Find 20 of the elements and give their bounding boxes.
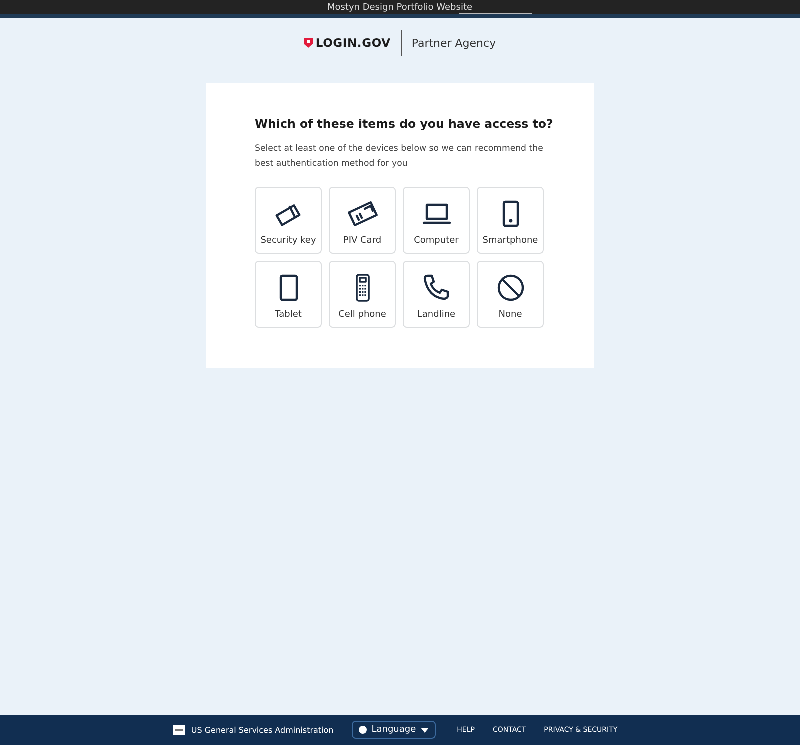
agency-name: Partner Agency <box>410 36 496 50</box>
heading: Which of these items do you have access to? <box>255 116 554 132</box>
device-option[interactable]: Tablet <box>255 261 322 328</box>
description: Select at least one of the devices below so we can recommend the best authentication method for you <box>255 143 544 171</box>
language-button[interactable]: Language <box>352 721 436 739</box>
device-option[interactable]: PIV Card <box>329 187 396 254</box>
logo-text: LOGIN.GOV <box>316 36 391 50</box>
device-option[interactable]: Landline <box>403 261 470 328</box>
device-option[interactable]: None <box>477 261 544 328</box>
phone-handset-icon <box>422 273 452 303</box>
device-option[interactable]: Cell phone <box>329 261 396 328</box>
device-option[interactable]: Computer <box>403 187 470 254</box>
page-title: Mostyn Design Portfolio Website <box>327 3 473 14</box>
device-option[interactable]: Security key <box>255 187 322 254</box>
prohibited-icon <box>496 273 526 303</box>
shield-icon <box>304 38 313 48</box>
id-card-icon <box>348 199 378 229</box>
agency-name: US General Services Administration <box>191 726 334 734</box>
device-option[interactable]: Smartphone <box>477 187 544 254</box>
caret-icon <box>421 728 430 732</box>
